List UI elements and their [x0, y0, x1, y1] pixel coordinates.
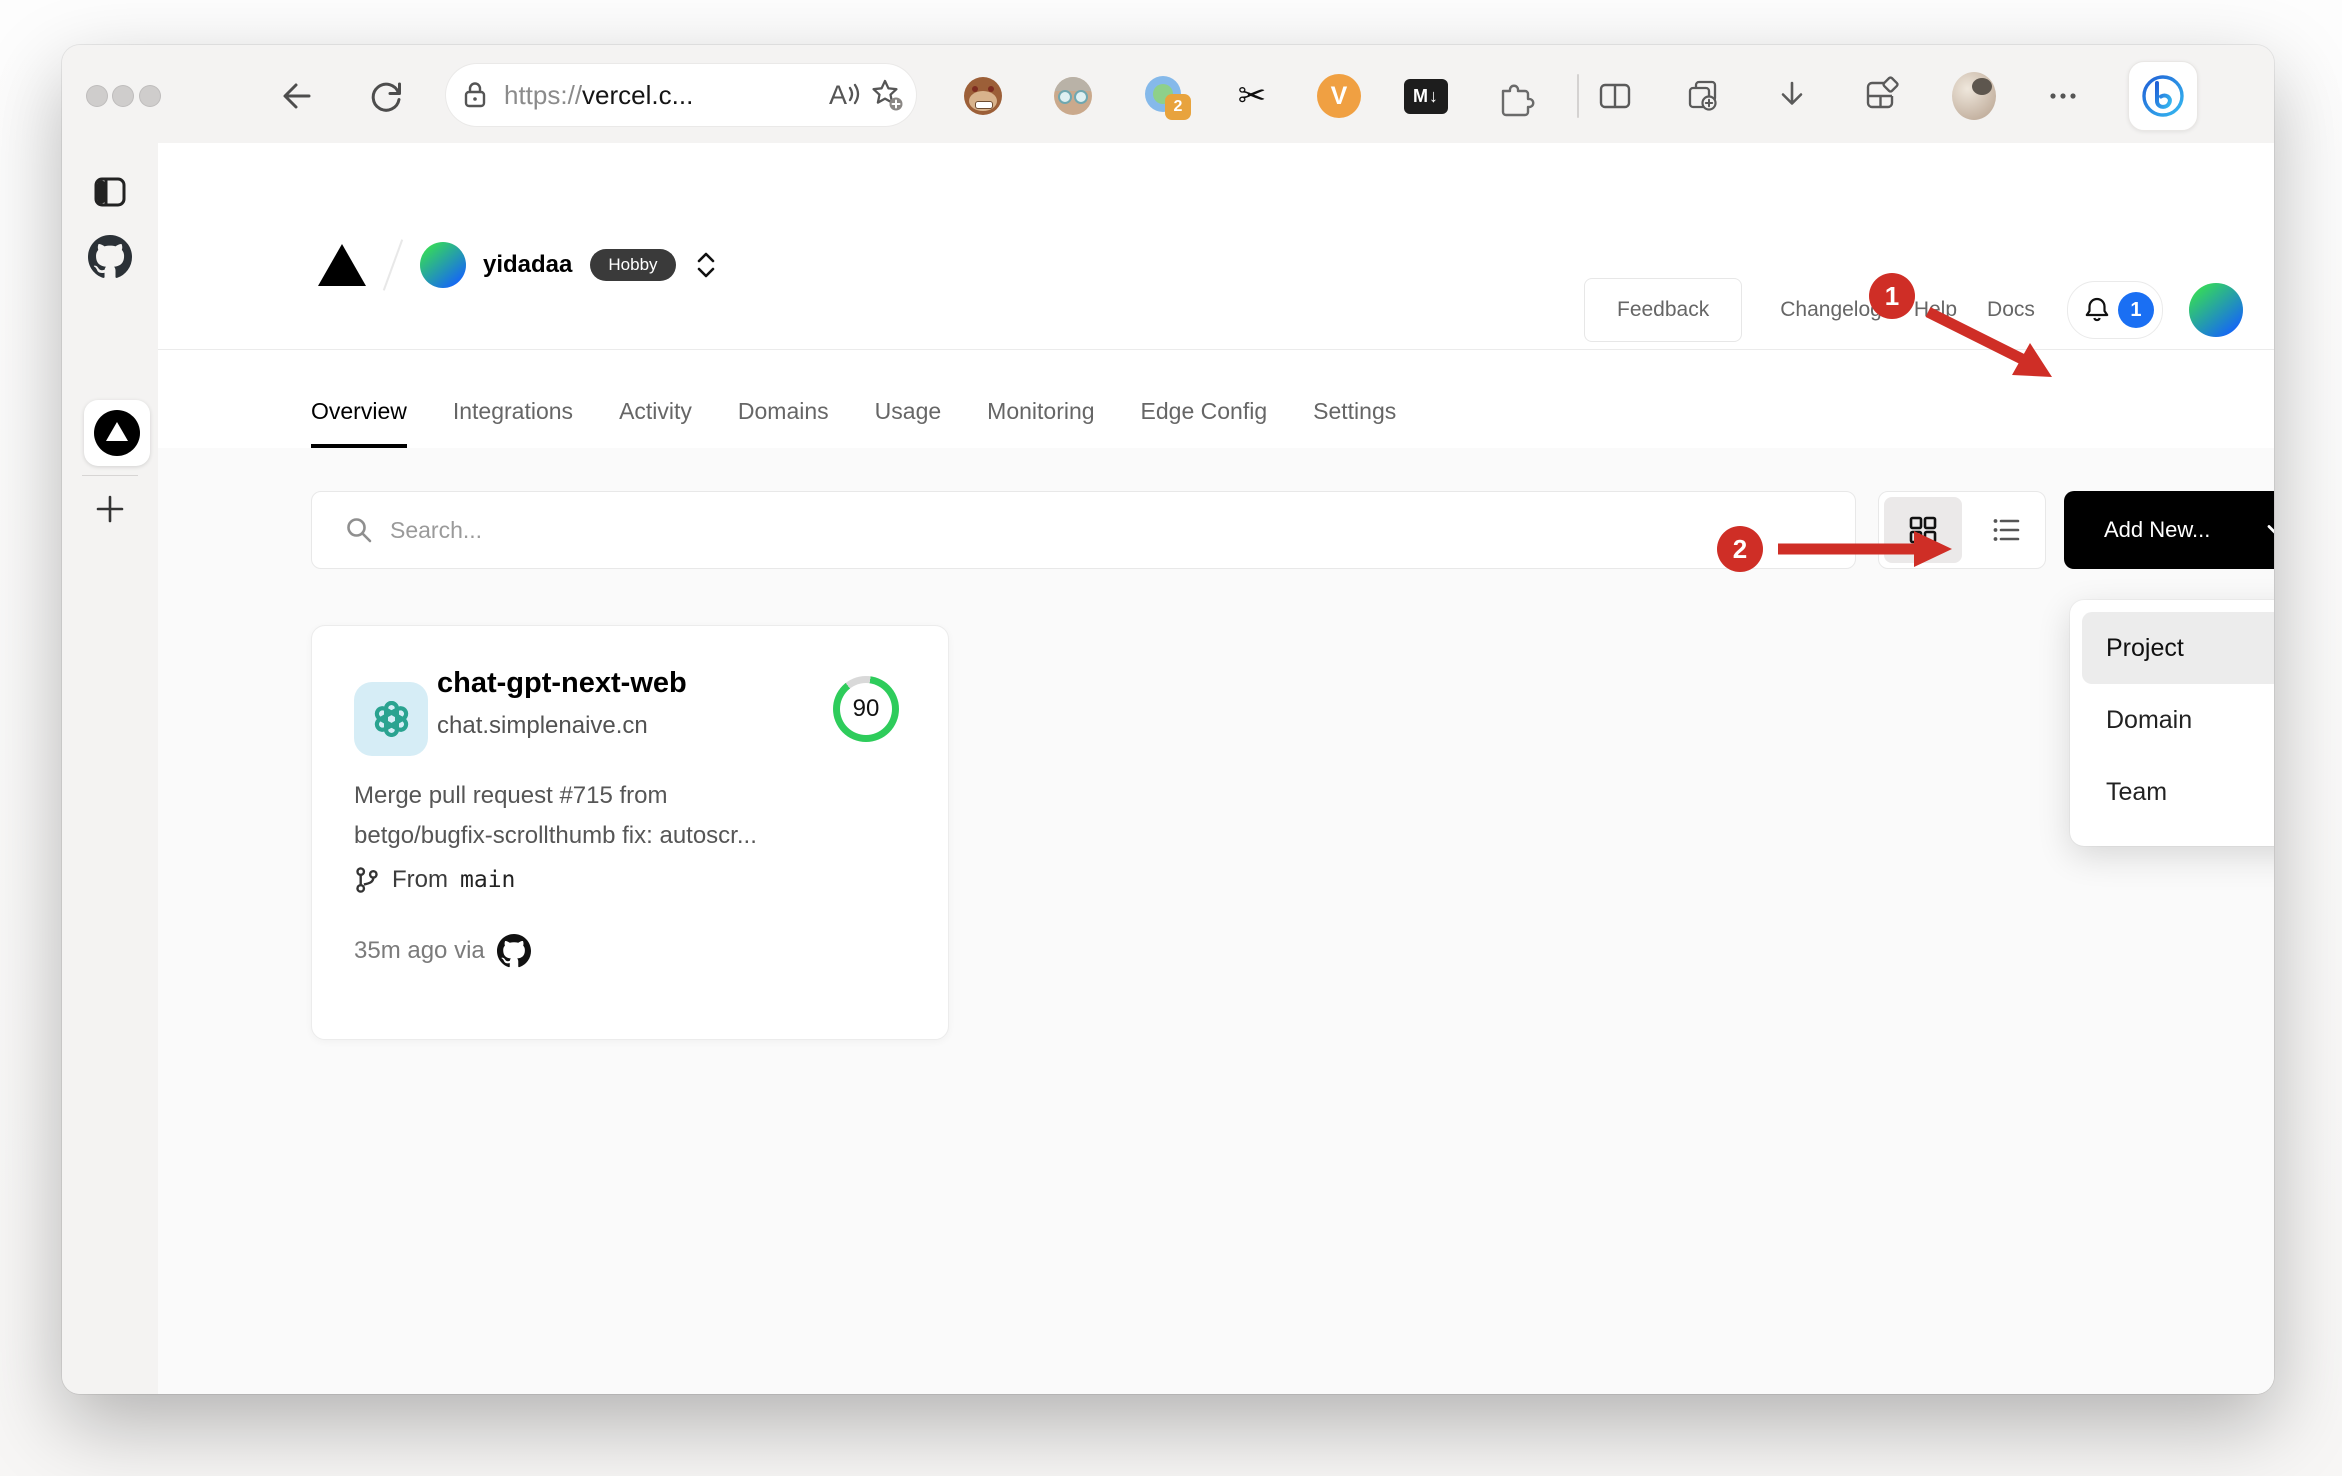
- translator-extension-icon[interactable]: 2: [1143, 74, 1191, 120]
- github-tab-icon[interactable]: [62, 235, 158, 279]
- notifications-button[interactable]: 1: [2066, 281, 2163, 339]
- score-value: 90: [852, 695, 880, 722]
- vercel-header: yidadaa Hobby Feedback Changelog Help Do…: [158, 143, 2274, 448]
- tab-settings[interactable]: Settings: [1313, 378, 1396, 448]
- vercel-favicon: [94, 410, 140, 456]
- user-avatar[interactable]: [2188, 283, 2243, 337]
- project-name: chat-gpt-next-web: [437, 667, 687, 699]
- chevron-down-icon: [2267, 525, 2274, 534]
- list-view-icon: [1993, 519, 2020, 541]
- team-breadcrumb: yidadaa Hobby: [318, 239, 718, 291]
- browser-sidebar: [62, 143, 159, 1394]
- window-minimize-button[interactable]: [112, 85, 134, 107]
- scissors-extension-icon[interactable]: ✂: [1230, 74, 1274, 118]
- screenshot-canvas: https://vercel.c... A 2 ✂ V M↓ yidadaa H…: [0, 0, 2342, 1476]
- commit-message: Merge pull request #715 from betgo/bugfi…: [354, 782, 757, 849]
- add-new-label: Add New...: [2104, 517, 2211, 542]
- search-icon: [344, 515, 374, 545]
- tab-edge-config[interactable]: Edge Config: [1141, 378, 1268, 448]
- tab-usage[interactable]: Usage: [875, 378, 941, 448]
- team-avatar[interactable]: [420, 242, 466, 288]
- branch-row: From main: [354, 866, 515, 894]
- project-card[interactable]: chat-gpt-next-web chat.simplenaive.cn 90…: [311, 625, 949, 1040]
- favorite-star-icon[interactable]: [864, 73, 908, 117]
- sidebar-divider: [82, 475, 138, 476]
- plan-badge: Hobby: [590, 249, 676, 281]
- search-input[interactable]: [311, 491, 1856, 569]
- split-screen-icon[interactable]: [1593, 74, 1637, 118]
- reload-button[interactable]: [364, 74, 408, 118]
- notification-count-badge: 1: [2117, 292, 2154, 328]
- profile-avatar[interactable]: [1952, 72, 1996, 120]
- project-domain-link[interactable]: chat.simplenaive.cn: [437, 712, 648, 740]
- add-new-dropdown: Project Domain Team: [2070, 600, 2274, 846]
- help-link[interactable]: Help: [1914, 298, 1957, 322]
- url-text: https://vercel.c...: [504, 79, 694, 110]
- docs-link[interactable]: Docs: [1987, 298, 2035, 322]
- v-extension-icon[interactable]: V: [1317, 74, 1361, 118]
- toolbar-divider: [1577, 74, 1579, 118]
- tab-activity[interactable]: Activity: [619, 378, 692, 448]
- git-branch-icon: [356, 867, 378, 893]
- browser-toolbar: https://vercel.c... A 2 ✂ V M↓: [62, 45, 2274, 144]
- team-switcher-icon[interactable]: [694, 250, 718, 280]
- github-icon: [496, 934, 531, 968]
- vercel-page: yidadaa Hobby Feedback Changelog Help Do…: [158, 143, 2274, 1394]
- browser-window: https://vercel.c... A 2 ✂ V M↓ yidadaa H…: [62, 45, 2274, 1394]
- window-zoom-button[interactable]: [139, 85, 161, 107]
- window-close-button[interactable]: [86, 85, 108, 107]
- branch-name: main: [460, 867, 516, 893]
- openai-project-icon: [354, 682, 428, 756]
- collections-icon[interactable]: [1682, 74, 1726, 118]
- nav-tabs: Overview Integrations Activity Domains U…: [311, 378, 1396, 448]
- back-button[interactable]: [274, 74, 318, 118]
- new-tab-button[interactable]: [62, 489, 158, 529]
- extension-badge: 2: [1165, 94, 1191, 120]
- dropdown-item-team[interactable]: Team: [2082, 756, 2274, 828]
- list-view-button[interactable]: [1967, 497, 2045, 563]
- tab-overview[interactable]: Overview: [311, 378, 407, 448]
- bell-icon: [2085, 297, 2109, 322]
- breadcrumb-slash: [382, 239, 404, 291]
- apps-icon[interactable]: [1859, 74, 1903, 118]
- vercel-logo[interactable]: [318, 244, 366, 286]
- annotation-step-1: 1: [1869, 273, 1915, 319]
- add-new-button[interactable]: Add New...: [2064, 491, 2274, 569]
- lock-icon[interactable]: [446, 73, 504, 117]
- svg-text:A: A: [829, 80, 847, 110]
- dropdown-item-domain[interactable]: Domain: [2082, 684, 2274, 756]
- team-name[interactable]: yidadaa: [483, 251, 572, 279]
- bing-chat-button[interactable]: [2128, 61, 2198, 131]
- monkey-extension-icon[interactable]: [961, 74, 1005, 118]
- person-extension-icon[interactable]: [1051, 74, 1095, 118]
- score-gauge: 90: [833, 676, 899, 742]
- tab-domains[interactable]: Domains: [738, 378, 829, 448]
- tab-monitoring[interactable]: Monitoring: [987, 378, 1094, 448]
- address-bar[interactable]: https://vercel.c... A: [446, 64, 916, 126]
- downloads-icon[interactable]: [1770, 74, 1814, 118]
- feedback-button[interactable]: Feedback: [1584, 278, 1743, 342]
- sidebar-toggle-icon[interactable]: [62, 171, 158, 213]
- deploy-meta: 35m ago via: [354, 934, 531, 968]
- read-aloud-icon[interactable]: A: [820, 73, 864, 117]
- extensions-puzzle-icon[interactable]: [1492, 74, 1536, 118]
- vercel-tab-active[interactable]: [84, 400, 150, 466]
- grid-view-icon: [1909, 516, 1937, 544]
- annotation-step-2: 2: [1717, 526, 1763, 572]
- dropdown-item-project[interactable]: Project: [2082, 612, 2274, 684]
- view-toggle: [1878, 491, 2046, 569]
- branch-label: From: [392, 866, 448, 893]
- grid-view-button[interactable]: [1884, 497, 1962, 563]
- tab-integrations[interactable]: Integrations: [453, 378, 573, 448]
- changelog-link[interactable]: Changelog: [1780, 298, 1882, 322]
- more-menu-icon[interactable]: [2041, 74, 2085, 118]
- markdown-extension-icon[interactable]: M↓: [1404, 74, 1448, 118]
